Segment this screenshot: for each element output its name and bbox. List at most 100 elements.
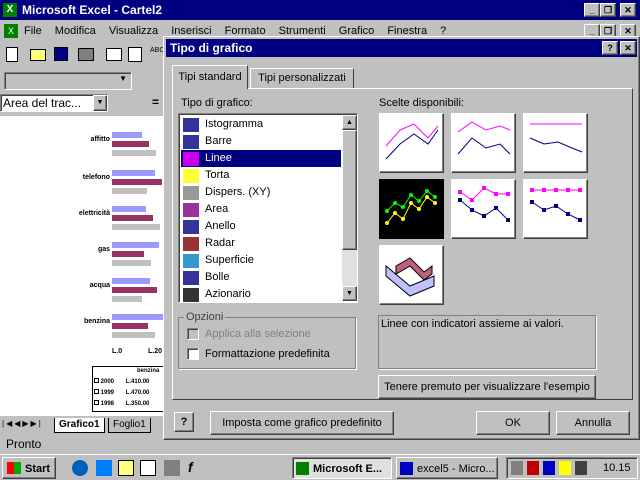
- tray-icon-scheduler[interactable]: [527, 461, 539, 475]
- chart-type-item[interactable]: Superficie: [181, 252, 341, 269]
- dialog-close-button[interactable]: ✕: [620, 41, 636, 55]
- chart-type-item[interactable]: Torta: [181, 167, 341, 184]
- subtype-100-markers[interactable]: [523, 179, 588, 239]
- chart-type-item[interactable]: Azionario: [181, 286, 341, 303]
- print-icon[interactable]: [78, 48, 94, 61]
- chart-bar[interactable]: [112, 278, 150, 284]
- font-icon[interactable]: f: [188, 459, 193, 475]
- save-icon[interactable]: [54, 47, 68, 61]
- chart-type-label: Barre: [205, 135, 232, 147]
- chart-bar[interactable]: [112, 260, 151, 266]
- cancel-button[interactable]: Annulla: [556, 411, 630, 435]
- chart-bar[interactable]: [112, 170, 155, 176]
- chart-bar[interactable]: [112, 179, 162, 185]
- desktop-icon[interactable]: [118, 460, 134, 476]
- new-icon[interactable]: [6, 47, 18, 62]
- tray-icon-speaker[interactable]: [575, 461, 587, 475]
- dialog-help-button[interactable]: ?: [602, 41, 618, 55]
- chart-bar[interactable]: [112, 323, 148, 329]
- dialog-title-bar: Tipo di grafico ? ✕: [166, 39, 637, 57]
- subtype-line-markers[interactable]: [379, 179, 444, 239]
- subtype-line[interactable]: [379, 113, 444, 173]
- chart-type-item[interactable]: Anello: [181, 218, 341, 235]
- chart-type-item[interactable]: Barre: [181, 133, 341, 150]
- chart-bar[interactable]: [112, 332, 155, 338]
- chart-bar[interactable]: [112, 314, 163, 320]
- ok-button[interactable]: OK: [476, 411, 550, 435]
- chart-type-item[interactable]: Bolle: [181, 269, 341, 286]
- chart-sheet[interactable]: affitto telefono elettricità gas acqua benzin…: [0, 116, 168, 416]
- chart-area[interactable]: [112, 120, 164, 346]
- preview-button[interactable]: Tenere premuto per visualizzare l'esempi…: [378, 375, 596, 399]
- chart-type-item[interactable]: Istogramma: [181, 116, 341, 133]
- tray-icon-display[interactable]: [543, 461, 555, 475]
- tool-icon[interactable]: [164, 460, 180, 476]
- category-label: elettricità: [78, 210, 110, 217]
- chart-type-list[interactable]: Istogramma Barre Linee Torta Dispers. (XY) Ar…: [178, 113, 358, 303]
- tray-icon-network[interactable]: [511, 461, 523, 475]
- channels-icon[interactable]: [140, 460, 156, 476]
- outlook-icon[interactable]: [96, 460, 112, 476]
- chart-bar[interactable]: [112, 215, 153, 221]
- scroll-down-button[interactable]: ▼: [342, 286, 357, 301]
- chart-bar[interactable]: [112, 206, 146, 212]
- menu-visualizza[interactable]: Visualizza: [109, 25, 158, 37]
- percent-markers-subtype-icon: [530, 188, 582, 222]
- system-tray: 10.15: [506, 457, 638, 479]
- chart-bar[interactable]: [112, 188, 147, 194]
- font-box[interactable]: ▼: [4, 72, 132, 90]
- workbook-icon[interactable]: X: [4, 24, 18, 38]
- equals-icon[interactable]: =: [152, 95, 159, 109]
- tab-foglio1[interactable]: Foglio1: [108, 418, 151, 433]
- chart-bar[interactable]: [112, 132, 142, 138]
- chart-type-item[interactable]: Dispers. (XY): [181, 184, 341, 201]
- name-box[interactable]: Area del trac... ▼: [0, 94, 108, 112]
- subtype-100-line[interactable]: [523, 113, 588, 173]
- tab-scroll-icon[interactable]: |◀◀▶▶|: [2, 419, 43, 428]
- subtype-stacked-markers[interactable]: [451, 179, 516, 239]
- category-label: benzina: [83, 318, 110, 325]
- legend-value: L.410.00: [125, 379, 150, 385]
- excel-app-icon[interactable]: X: [3, 3, 17, 17]
- chart-type-item[interactable]: Area: [181, 201, 341, 218]
- chart-bar[interactable]: [112, 141, 149, 147]
- open-icon[interactable]: [30, 49, 46, 61]
- subtype-stacked-line[interactable]: [451, 113, 516, 173]
- ie-icon[interactable]: [72, 460, 88, 476]
- list-scrollbar[interactable]: ▲ ▼: [342, 115, 357, 301]
- tab-grafico1[interactable]: Grafico1: [54, 418, 105, 433]
- ok-label: OK: [505, 417, 521, 429]
- print-preview-icon[interactable]: [106, 48, 122, 61]
- menu-file[interactable]: File: [24, 25, 42, 37]
- name-box-dropdown[interactable]: ▼: [93, 95, 107, 111]
- chart-bar[interactable]: [112, 287, 157, 293]
- chart-bar[interactable]: [112, 251, 144, 257]
- default-format-checkbox[interactable]: [187, 348, 199, 360]
- close-button[interactable]: ✕: [620, 3, 636, 17]
- scroll-thumb[interactable]: [342, 130, 357, 250]
- dialog-title: Tipo di grafico: [170, 41, 253, 55]
- preview-zoom-icon[interactable]: [128, 47, 142, 62]
- chart-bar[interactable]: [112, 150, 156, 156]
- chart-bar[interactable]: [112, 242, 159, 248]
- chart-type-item[interactable]: Radar: [181, 235, 341, 252]
- tray-icon-pen[interactable]: [559, 461, 571, 475]
- line-chart-icon: [183, 151, 199, 166]
- task-excel[interactable]: Microsoft E...: [292, 457, 392, 479]
- help-icon-button[interactable]: ?: [174, 412, 194, 432]
- chart-bar[interactable]: [112, 224, 160, 230]
- chart-type-label: Radar: [205, 237, 235, 249]
- start-button[interactable]: Start: [2, 457, 56, 479]
- set-default-button[interactable]: Imposta come grafico predefinito: [210, 411, 394, 435]
- scroll-up-button[interactable]: ▲: [342, 115, 357, 130]
- chart-type-item[interactable]: Linee: [181, 150, 341, 167]
- tab-standard[interactable]: Tipi standard: [172, 65, 248, 89]
- chart-bar[interactable]: [112, 296, 142, 302]
- tab-custom[interactable]: Tipi personalizzati: [250, 68, 354, 89]
- task-excel5[interactable]: excel5 - Micro...: [396, 457, 498, 479]
- restore-button[interactable]: ❐: [600, 3, 616, 17]
- menu-modifica[interactable]: Modifica: [55, 25, 96, 37]
- minimize-button[interactable]: _: [584, 3, 600, 17]
- subtype-3d-line[interactable]: [379, 245, 444, 305]
- apply-selection-checkbox[interactable]: [187, 328, 199, 340]
